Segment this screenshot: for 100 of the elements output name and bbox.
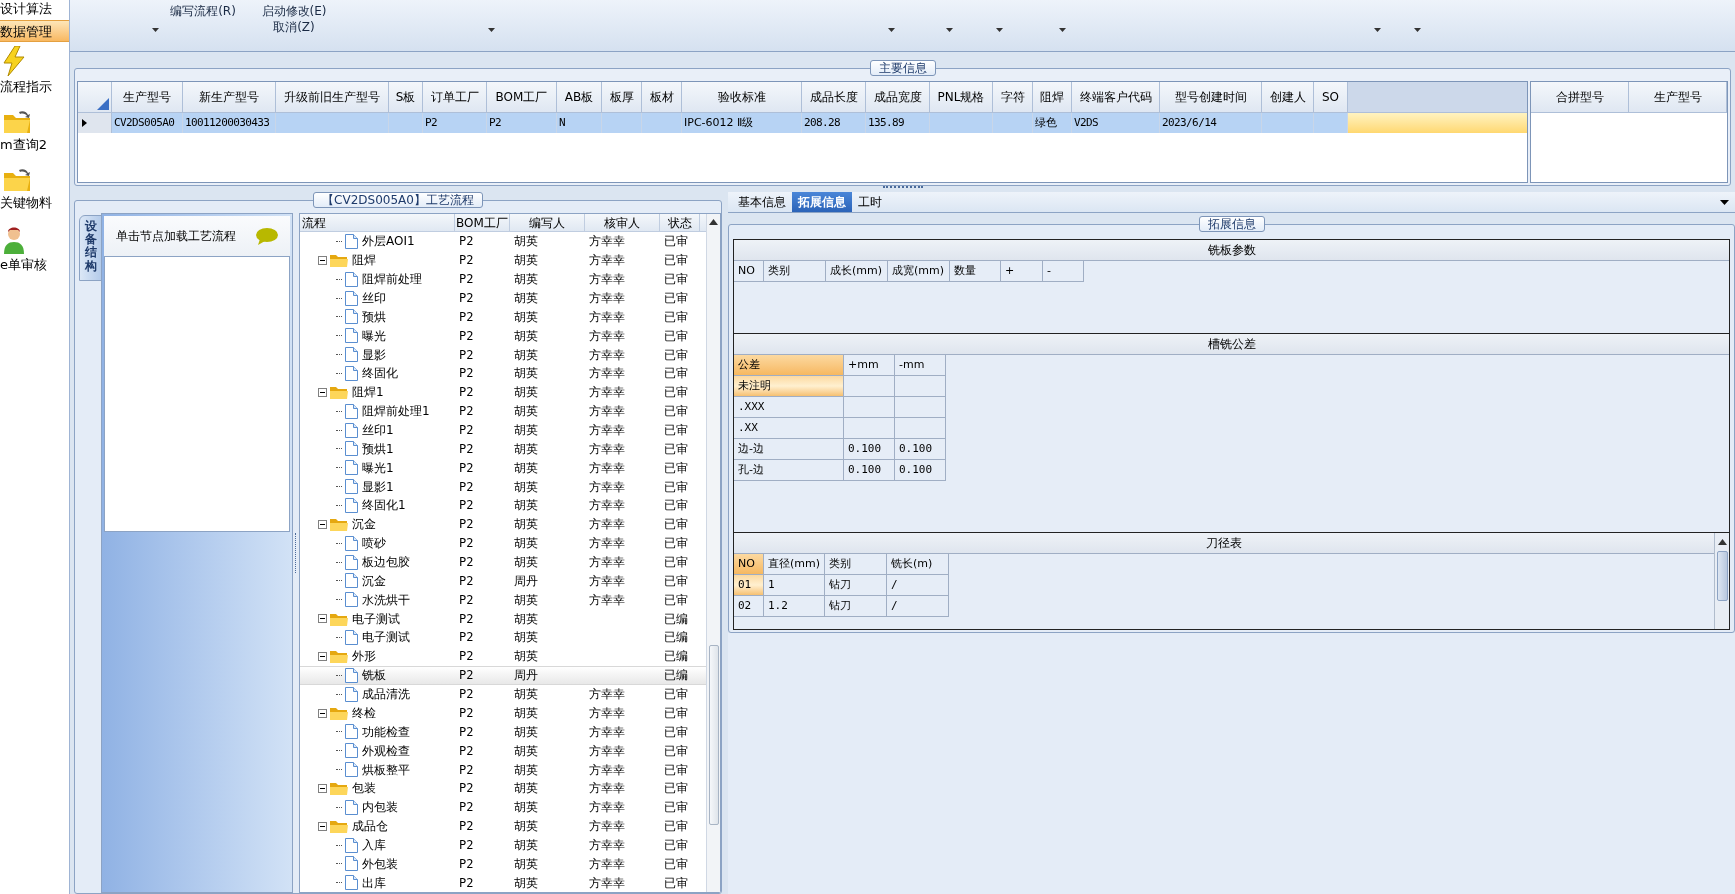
- tab[interactable]: 工时: [852, 192, 888, 212]
- column-header[interactable]: +: [1001, 261, 1043, 282]
- column-header[interactable]: PNL规格: [930, 82, 993, 112]
- column-header[interactable]: 编写人: [510, 214, 585, 231]
- tree-row[interactable]: 预烘 P2 胡英 方幸幸 已审: [300, 307, 706, 327]
- toolbar-button[interactable]: 启动修改(E) 取消(Z): [261, 0, 327, 35]
- column-header[interactable]: 类别: [825, 554, 887, 575]
- tree-row[interactable]: 显影1 P2 胡英 方幸幸 已审: [300, 477, 706, 497]
- tree-row[interactable]: 电子测试 P2 胡英 已编: [300, 628, 706, 647]
- scroll-up-icon[interactable]: [709, 219, 718, 225]
- collapse-toggle-icon[interactable]: [318, 519, 327, 529]
- tree-row[interactable]: 外包装 P2 胡英 方幸幸 已审: [300, 854, 706, 874]
- column-header[interactable]: 数量: [950, 261, 1001, 282]
- tree-row[interactable]: 水洗烘干 P2 胡英 方幸幸 已审: [300, 590, 706, 610]
- tree-row[interactable]: 显影 P2 胡英 方幸幸 已审: [300, 345, 706, 364]
- column-header[interactable]: 验收标准: [682, 82, 802, 112]
- tab-menu-icon[interactable]: [1720, 200, 1729, 205]
- collapse-toggle-icon[interactable]: [318, 651, 327, 661]
- tab[interactable]: 基本信息: [732, 192, 792, 212]
- collapse-toggle-icon[interactable]: [318, 708, 327, 718]
- tree-row[interactable]: 预烘1 P2 胡英 方幸幸 已审: [300, 439, 706, 459]
- scroll-up-icon[interactable]: [1717, 539, 1727, 545]
- tree-row[interactable]: 板边包胶 P2 胡英 方幸幸 已审: [300, 552, 706, 572]
- tree-row[interactable]: 阻焊1 P2 胡英 方幸幸 已审: [300, 382, 706, 402]
- sidebar-item[interactable]: m查询2: [0, 134, 69, 156]
- column-header[interactable]: 流程: [300, 214, 455, 231]
- tree-row[interactable]: 阻焊前处理 P2 胡英 方幸幸 已审: [300, 269, 706, 289]
- tree-row[interactable]: 功能检查 P2 胡英 方幸幸 已审: [300, 722, 706, 742]
- vertical-tab[interactable]: 设备结构: [79, 215, 102, 281]
- column-header[interactable]: BOM工厂: [487, 82, 557, 112]
- collapse-toggle-icon[interactable]: [318, 387, 327, 397]
- column-header[interactable]: 类别: [764, 261, 826, 282]
- column-header[interactable]: 升级前旧生产型号: [276, 82, 389, 112]
- tree-row[interactable]: 包装 P2 胡英 方幸幸 已审: [300, 779, 706, 798]
- column-header[interactable]: 状态: [660, 214, 700, 231]
- table-row[interactable]: CV2DS005A0 10011200030433 P2 P2 N IPC-6012 Ⅱ级 208.28 135.89 绿色 V2DS 2023/6/14: [78, 113, 1527, 133]
- collapse-toggle-icon[interactable]: [318, 614, 327, 624]
- tree-row[interactable]: 终固化 P2 胡英 方幸幸 已审: [300, 364, 706, 383]
- tree-row[interactable]: 内包装 P2 胡英 方幸幸 已审: [300, 797, 706, 817]
- tree-row[interactable]: 出库 P2 胡英 方幸幸 已审: [300, 873, 706, 892]
- tab[interactable]: 拓展信息: [792, 192, 852, 212]
- collapse-toggle-icon[interactable]: [318, 255, 327, 265]
- splitter-handle[interactable]: [294, 533, 298, 573]
- sidebar-item[interactable]: 关键物料: [0, 192, 69, 214]
- tree-row[interactable]: 外形 P2 胡英 已编: [300, 646, 706, 666]
- column-header[interactable]: NO: [734, 261, 764, 282]
- column-header[interactable]: 订单工厂: [423, 82, 487, 112]
- tree-row[interactable]: 终固化1 P2 胡英 方幸幸 已审: [300, 496, 706, 515]
- column-header[interactable]: 终端客户代码: [1072, 82, 1160, 112]
- tree-row[interactable]: 沉金 P2 胡英 方幸幸 已审: [300, 514, 706, 534]
- column-header[interactable]: -: [1043, 261, 1084, 282]
- tree-row[interactable]: 阻焊前处理1 P2 胡英 方幸幸 已审: [300, 401, 706, 421]
- scrollbar[interactable]: [1714, 533, 1729, 629]
- sidebar-item[interactable]: 设计算法: [0, 0, 69, 20]
- tree-row[interactable]: 入库 P2 胡英 方幸幸 已审: [300, 835, 706, 855]
- column-header[interactable]: 生产型号: [1629, 82, 1727, 112]
- column-header[interactable]: 新生产型号: [183, 82, 276, 112]
- column-header[interactable]: 创建人: [1262, 82, 1314, 112]
- column-header[interactable]: 生产型号: [112, 82, 183, 112]
- tree-row[interactable]: 丝印 P2 胡英 方幸幸 已审: [300, 288, 706, 308]
- tree-row[interactable]: 喷砂 P2 胡英 方幸幸 已审: [300, 533, 706, 553]
- column-header[interactable]: AB板: [557, 82, 602, 112]
- tree-row[interactable]: 终检 P2 胡英 方幸幸 已审: [300, 703, 706, 723]
- scroll-thumb[interactable]: [708, 645, 719, 825]
- current-cell[interactable]: [1348, 113, 1527, 133]
- sidebar-item[interactable]: 流程指示: [0, 76, 69, 98]
- tree-row[interactable]: 成品仓 P2 胡英 方幸幸 已审: [300, 816, 706, 836]
- column-header[interactable]: 字符: [993, 82, 1033, 112]
- column-header[interactable]: 直径(mm): [764, 554, 825, 575]
- column-header[interactable]: BOM工厂: [455, 214, 510, 231]
- column-header[interactable]: 成品宽度: [866, 82, 930, 112]
- toolbar-button[interactable]: 编写流程(R): [170, 0, 236, 19]
- sidebar-item[interactable]: 数据管理: [0, 20, 69, 42]
- tree-row[interactable]: 烘板整平 P2 胡英 方幸幸 已审: [300, 760, 706, 780]
- tree-row[interactable]: 沉金 P2 周丹 方幸幸 已审: [300, 571, 706, 591]
- tree-row[interactable]: 铣板 P2 周丹 已编: [300, 665, 706, 685]
- splitter-handle[interactable]: [882, 186, 923, 190]
- column-header[interactable]: 型号创建时间: [1160, 82, 1262, 112]
- tree-row[interactable]: 阻焊 P2 胡英 方幸幸 已审: [300, 250, 706, 270]
- tree-row[interactable]: 曝光 P2 胡英 方幸幸 已审: [300, 326, 706, 346]
- column-header[interactable]: 铣长(m): [887, 554, 949, 575]
- tree-row[interactable]: 曝光1 P2 胡英 方幸幸 已审: [300, 458, 706, 478]
- column-header[interactable]: 公差: [734, 355, 844, 376]
- tree-row[interactable]: 电子测试 P2 胡英 已编: [300, 609, 706, 629]
- column-header[interactable]: 合拼型号: [1531, 82, 1629, 112]
- tree-row[interactable]: 丝印1 P2 胡英 方幸幸 已审: [300, 420, 706, 440]
- column-header[interactable]: 核审人: [585, 214, 660, 231]
- collapse-toggle-icon[interactable]: [318, 784, 327, 793]
- column-header[interactable]: 板厚: [602, 82, 642, 112]
- column-header[interactable]: S板: [389, 82, 423, 112]
- column-header[interactable]: 板材: [642, 82, 682, 112]
- scroll-thumb[interactable]: [1716, 551, 1728, 601]
- column-header[interactable]: 成品长度: [802, 82, 866, 112]
- column-header[interactable]: 成宽(mm): [888, 261, 950, 282]
- collapse-toggle-icon[interactable]: [318, 821, 327, 831]
- scrollbar[interactable]: [706, 214, 720, 892]
- sidebar-item[interactable]: e单审核: [0, 254, 69, 276]
- column-header[interactable]: 阻焊: [1033, 82, 1072, 112]
- column-header[interactable]: -mm: [895, 355, 946, 376]
- column-header[interactable]: NO: [734, 554, 764, 575]
